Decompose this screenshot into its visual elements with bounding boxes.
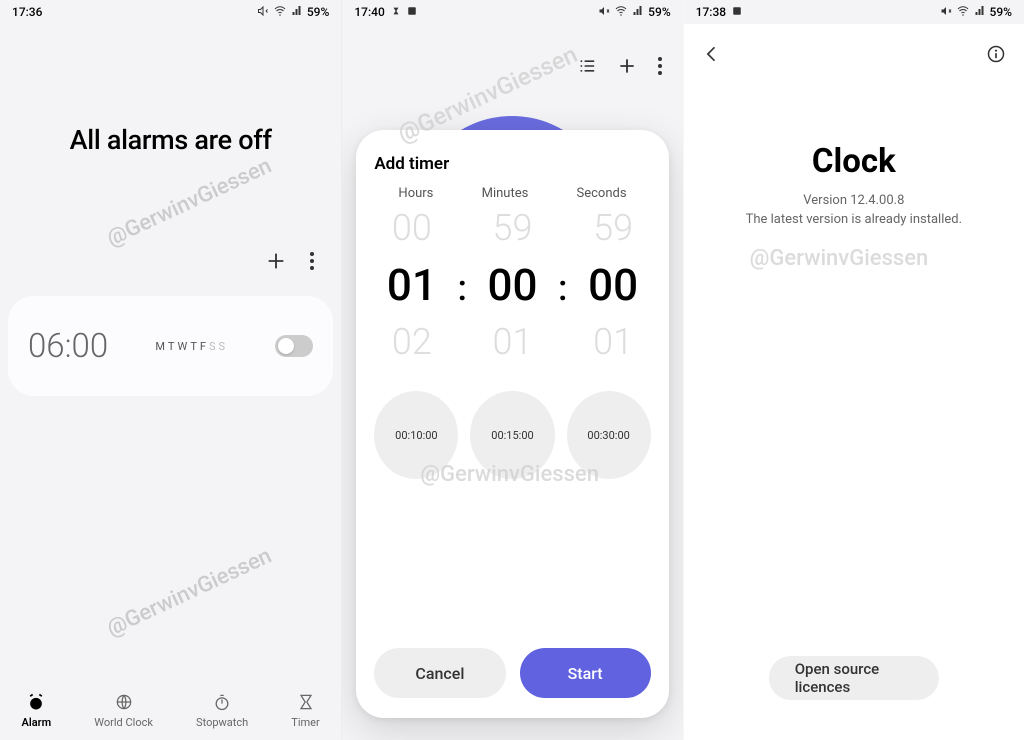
battery-text: 59% (648, 5, 670, 19)
back-icon[interactable] (702, 44, 722, 68)
mute-icon (940, 5, 952, 20)
licences-button[interactable]: Open source licences (769, 656, 939, 700)
alarm-time: 06:00 (28, 327, 108, 366)
mute-icon (598, 5, 610, 20)
image-icon (732, 5, 742, 19)
preset-15m[interactable]: 00:15:00 (470, 391, 554, 479)
start-button[interactable]: Start (520, 648, 651, 698)
list-icon[interactable] (577, 58, 597, 78)
signal-icon (974, 5, 986, 20)
page-title: All alarms are off (0, 124, 341, 156)
status-bar: 17:40 59% (342, 0, 682, 24)
phone-alarm: 17:36 59% All alarms are off 06:00 MTWTF… (0, 0, 341, 740)
info-icon[interactable] (986, 44, 1006, 68)
watermark: @GerwinvGiessen (750, 246, 929, 271)
signal-icon (632, 5, 644, 20)
more-icon[interactable] (657, 56, 663, 80)
wifi-icon (614, 5, 628, 20)
cancel-button[interactable]: Cancel (374, 648, 505, 698)
wifi-icon (273, 5, 287, 20)
wifi-icon (956, 5, 970, 20)
about-version: Version 12.4.00.8 (684, 193, 1024, 208)
picker-separator: : (558, 267, 568, 309)
about-title: Clock (684, 142, 1024, 181)
alarm-toggle[interactable] (275, 335, 313, 357)
nav-timer[interactable]: Timer (291, 692, 319, 729)
picker-hours[interactable]: 00 01 02 (374, 207, 449, 363)
status-time: 17:40 (354, 5, 384, 19)
add-timer-sheet: Add timer Hours Minutes Seconds 00 01 02… (356, 130, 668, 718)
watermark: @GerwinvGiessen (103, 543, 275, 641)
battery-text: 59% (307, 5, 329, 19)
mute-icon (257, 5, 269, 20)
status-time: 17:38 (696, 5, 726, 19)
bottom-nav: Alarm World Clock Stopwatch Timer (0, 680, 341, 740)
header-minutes: Minutes (482, 186, 529, 201)
nav-stopwatch[interactable]: Stopwatch (196, 692, 248, 729)
alarm-card[interactable]: 06:00 MTWTFSS (8, 296, 333, 396)
sheet-title: Add timer (374, 154, 650, 174)
alarm-days: MTWTFSS (155, 340, 228, 353)
status-bar: 17:38 59% (684, 0, 1024, 24)
nav-world[interactable]: World Clock (94, 692, 153, 729)
hourglass-icon (391, 5, 401, 19)
watermark: @GerwinvGiessen (103, 153, 275, 251)
header-seconds: Seconds (577, 186, 627, 201)
picker-seconds[interactable]: 59 00 01 (576, 207, 651, 363)
phone-timer: 17:40 59% Alarm World Clock Stopwatch Ti… (341, 0, 682, 740)
picker-minutes[interactable]: 59 00 01 (475, 207, 550, 363)
time-picker[interactable]: 00 01 02 : 59 00 01 : 59 00 01 (374, 207, 650, 363)
battery-text: 59% (990, 5, 1012, 19)
more-icon[interactable] (309, 251, 315, 275)
add-icon[interactable] (265, 250, 287, 276)
preset-30m[interactable]: 00:30:00 (567, 391, 651, 479)
header-hours: Hours (398, 186, 433, 201)
preset-10m[interactable]: 00:10:00 (374, 391, 458, 479)
status-time: 17:36 (12, 5, 42, 19)
status-bar: 17:36 59% (0, 0, 341, 24)
picker-separator: : (457, 267, 467, 309)
nav-alarm[interactable]: Alarm (22, 692, 52, 729)
phone-about: 17:38 59% Clock Version 12.4.00.8 The la… (683, 0, 1024, 740)
image-icon (407, 5, 417, 19)
about-latest: The latest version is already installed. (684, 212, 1024, 227)
signal-icon (291, 5, 303, 20)
add-icon[interactable] (617, 56, 637, 80)
